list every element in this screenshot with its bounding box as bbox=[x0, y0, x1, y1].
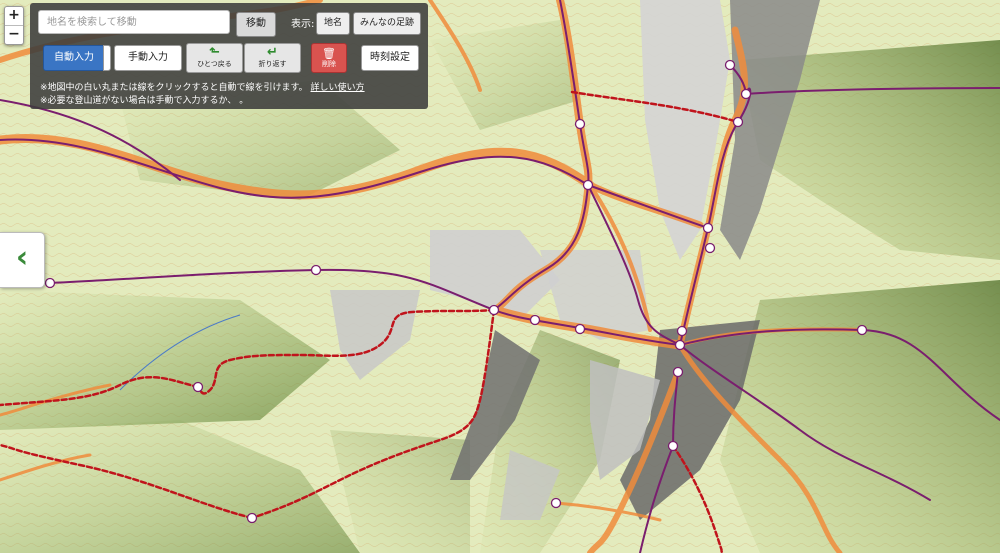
waypoint[interactable] bbox=[246, 512, 258, 524]
waypoint[interactable] bbox=[574, 323, 586, 335]
mode-toggle-knob[interactable] bbox=[103, 45, 111, 71]
waypoint[interactable] bbox=[702, 222, 714, 234]
return-label: 折り返す bbox=[258, 60, 287, 68]
waypoint[interactable] bbox=[192, 381, 204, 393]
zoom-in-button[interactable]: + bbox=[5, 7, 23, 25]
zoom-control: + − bbox=[4, 6, 24, 45]
undo-button[interactable]: ⬑ ひとつ戻る bbox=[186, 43, 243, 73]
zoom-out-button[interactable]: − bbox=[5, 25, 23, 44]
waypoint[interactable] bbox=[529, 314, 541, 326]
waypoint[interactable] bbox=[704, 242, 716, 254]
waypoint[interactable] bbox=[676, 325, 688, 337]
waypoint[interactable] bbox=[667, 440, 679, 452]
delete-button[interactable]: 🗑 削除 bbox=[311, 43, 347, 73]
undo-label: ひとつ戻る bbox=[197, 60, 232, 68]
return-arrow-icon: ↵ bbox=[267, 45, 278, 60]
waypoint[interactable] bbox=[856, 324, 868, 336]
usage-guide-link[interactable]: 詳しい使い方 bbox=[311, 83, 365, 93]
display-label: 表示: bbox=[291, 19, 315, 30]
help-note-2: ※必要な登山道がない場合は手動で入力するか、 。 bbox=[40, 93, 248, 106]
waypoint[interactable] bbox=[672, 366, 684, 378]
waypoint[interactable] bbox=[732, 116, 744, 128]
help-note-1: ※地図中の白い丸または線をクリックすると自動で線を引けます。 詳しい使い方 bbox=[40, 80, 365, 93]
waypoint[interactable] bbox=[724, 59, 736, 71]
delete-label: 削除 bbox=[322, 60, 336, 68]
help-note-2-text: ※必要な登山道がない場合は手動で入力するか、 bbox=[40, 96, 237, 106]
waypoint[interactable] bbox=[550, 497, 562, 509]
waypoint[interactable] bbox=[582, 179, 594, 191]
auto-input-button[interactable]: 自動入力 bbox=[43, 45, 105, 71]
waypoint[interactable] bbox=[574, 118, 586, 130]
search-input[interactable] bbox=[38, 10, 230, 34]
side-panel-toggle[interactable]: ‹ bbox=[0, 232, 45, 288]
manual-input-button[interactable]: 手動入力 bbox=[114, 45, 182, 71]
search-go-button[interactable]: 移動 bbox=[236, 12, 276, 37]
undo-arrow-icon: ⬑ bbox=[209, 45, 220, 60]
waypoint[interactable] bbox=[674, 339, 686, 351]
footprints-toggle[interactable]: みんなの足跡 bbox=[353, 12, 421, 35]
trash-icon: 🗑 bbox=[322, 47, 336, 60]
route-control-panel: 移動 表示: 地名 みんなの足跡 自動入力 手動入力 ⬑ ひとつ戻る ↵ 折り返… bbox=[30, 3, 428, 109]
waypoint[interactable] bbox=[740, 88, 752, 100]
help-note-1-text: ※地図中の白い丸または線をクリックすると自動で線を引けます。 bbox=[40, 83, 308, 93]
return-button[interactable]: ↵ 折り返す bbox=[244, 43, 301, 73]
help-note-2-end: 。 bbox=[239, 96, 249, 106]
waypoint[interactable] bbox=[44, 277, 56, 289]
chevron-left-icon: ‹ bbox=[15, 240, 29, 275]
waypoint[interactable] bbox=[310, 264, 322, 276]
time-settings-button[interactable]: 時刻設定 bbox=[361, 45, 419, 71]
waypoint[interactable] bbox=[488, 304, 500, 316]
place-names-toggle[interactable]: 地名 bbox=[316, 12, 350, 35]
